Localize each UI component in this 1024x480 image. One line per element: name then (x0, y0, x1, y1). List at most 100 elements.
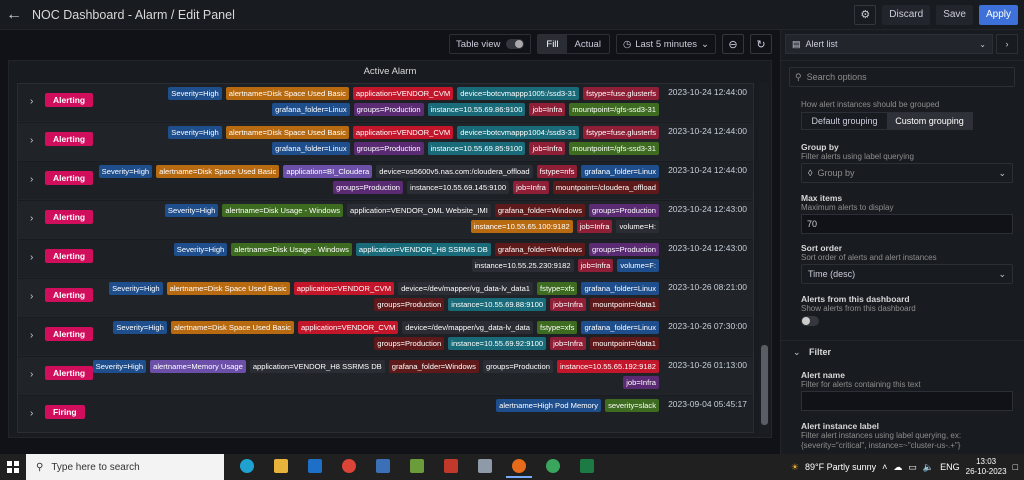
chevron-right-icon[interactable]: › (30, 135, 33, 146)
alert-label-tag: instance=10.55.65.100:9182 (470, 220, 573, 233)
max-items-title: Max items (801, 193, 843, 203)
alert-name-input[interactable] (801, 391, 1013, 411)
chevron-right-icon[interactable]: › (30, 330, 33, 341)
app-icon[interactable] (404, 456, 430, 478)
alert-label-tag: Severity=High (173, 243, 228, 256)
alert-list-icon: ▤ (792, 38, 801, 49)
notification-icon[interactable]: □ (1013, 462, 1018, 472)
chevron-down-icon: ⌄ (998, 268, 1006, 279)
alert-row[interactable]: › Alerting Severity=High alertname=Memory U… (18, 357, 753, 395)
alert-label-tag: instance=10.55.69.86:9100 (427, 103, 526, 116)
taskbar-search[interactable]: ⚲ Type here to search (26, 454, 224, 480)
alert-label-tag: groups=Production (482, 360, 553, 373)
chevron-right-icon[interactable]: › (30, 96, 33, 107)
refresh-icon[interactable]: ↻ (750, 34, 772, 54)
alert-timestamp: 2023-10-26 08:21:00 (668, 282, 747, 292)
time-range-picker[interactable]: ◷ Last 5 minutes ⌄ (615, 34, 716, 54)
speaker-icon[interactable]: 🔈 (923, 462, 934, 473)
alert-label-tag: grafana_folder=Linux (581, 282, 659, 295)
outlook-icon[interactable] (302, 456, 328, 478)
storage-icon[interactable] (472, 456, 498, 478)
dashboard-alerts-switch[interactable] (801, 316, 819, 326)
sort-order-title: Sort order (801, 243, 843, 253)
chevron-right-icon[interactable]: › (30, 408, 33, 419)
alert-row[interactable]: › Alerting Severity=High alertname=Disk Spa… (18, 318, 753, 356)
excel-icon[interactable] (574, 456, 600, 478)
taskbar-search-placeholder: Type here to search (51, 461, 140, 473)
language-indicator[interactable]: ENG (940, 462, 960, 472)
sort-order-select[interactable]: Time (desc) ⌄ (801, 264, 1013, 284)
alert-row[interactable]: › Firing alertname=High Pod Memory severity… (18, 396, 753, 432)
alert-label-tag: Severity=High (92, 360, 147, 373)
max-items-input[interactable]: 70 (801, 214, 1013, 234)
alert-state-badge: Alerting (45, 249, 94, 263)
top-header: ← NOC Dashboard - Alarm / Edit Panel ⚙ D… (0, 0, 1024, 30)
group-by-title: Group by (801, 142, 839, 152)
alert-label-tag: grafana_folder=Windows (494, 204, 586, 217)
chevron-right-icon[interactable]: › (30, 174, 33, 185)
taskbar: ⚲ Type here to search ☀ 89°F Partly sunn… (0, 454, 1024, 480)
chevron-right-icon[interactable]: › (30, 252, 33, 263)
alert-row[interactable]: › Alerting Severity=High alertname=Disk Spa… (18, 123, 753, 161)
scrollbar-thumb[interactable] (761, 345, 768, 425)
chevron-up-icon[interactable]: ˄ (882, 462, 887, 472)
chevron-right-icon[interactable]: › (996, 34, 1018, 54)
custom-grouping-option[interactable]: Custom grouping (887, 113, 972, 129)
alert-label-tag: device=/dev/mapper/vg_data-lv_data1 (398, 282, 534, 295)
alert-label-tag: mountpoint=/data1 (589, 298, 659, 311)
paint-icon[interactable] (438, 456, 464, 478)
alert-list: › Alerting Severity=High alertname=Disk Spa… (17, 83, 754, 433)
chevron-right-icon[interactable]: › (30, 369, 33, 380)
alert-row[interactable]: › Alerting Severity=High alertname=Disk Spa… (18, 279, 753, 317)
weather-icon: ☀ (790, 461, 799, 472)
scrollbar[interactable] (759, 83, 769, 433)
globe-app-icon[interactable] (540, 456, 566, 478)
alert-panel: Active Alarm › Alerting Severity=High alert… (8, 60, 772, 438)
alert-row[interactable]: › Alerting Severity=High alertname=Disk Usa… (18, 201, 753, 239)
alert-row[interactable]: › Alerting Severity=High alertname=Disk Spa… (18, 84, 753, 122)
weather-text[interactable]: 89°F Partly sunny (805, 462, 876, 472)
search-options-input[interactable]: ⚲ Search options (789, 67, 1015, 87)
file-explorer-icon[interactable] (268, 456, 294, 478)
alert-label-tag: grafana_folder=Linux (581, 165, 659, 178)
remote-desktop-icon[interactable] (370, 456, 396, 478)
alert-labels: Severity=High alertname=Disk Space Used B… (90, 321, 659, 350)
network-icon[interactable]: ▭ (908, 462, 917, 473)
filter-section-title[interactable]: Filter (809, 347, 831, 357)
back-arrow-icon[interactable]: ← (0, 6, 28, 24)
alert-label-tag: job=Infra (577, 259, 614, 272)
visualization-picker[interactable]: ▤ Alert list ⌄ (785, 34, 993, 54)
alert-labels: Severity=High alertname=Disk Space Used B… (90, 87, 659, 116)
discard-button[interactable]: Discard (882, 4, 931, 25)
alert-labels: Severity=High alertname=Disk Usage - Wind… (90, 204, 659, 233)
alert-state-badge: Firing (45, 405, 85, 419)
grouping-description: How alert instances should be grouped (801, 100, 940, 109)
chevron-right-icon[interactable]: › (30, 291, 33, 302)
chevron-down-icon[interactable]: ⌄ (793, 347, 801, 358)
actual-option[interactable]: Actual (567, 35, 609, 53)
cloud-icon[interactable]: ☁ (893, 462, 902, 473)
toggle-switch[interactable] (506, 39, 525, 49)
table-view-toggle[interactable]: Table view (449, 34, 532, 54)
alert-label-tag: volume=H: (616, 220, 659, 233)
settings-gear-icon[interactable]: ⚙ (854, 4, 877, 25)
windows-start-icon[interactable] (0, 454, 26, 480)
alert-label-tag: fstype=fuse.glusterfs (583, 126, 659, 139)
edge-icon[interactable] (234, 456, 260, 478)
chrome-icon[interactable] (336, 456, 362, 478)
chevron-right-icon[interactable]: › (30, 213, 33, 224)
apply-button[interactable]: Apply (978, 4, 1018, 25)
fill-option[interactable]: Fill (538, 35, 567, 53)
alert-row[interactable]: › Alerting Severity=High alertname=Disk Usa… (18, 240, 753, 278)
alert-row[interactable]: › Alerting Severity=High alertname=Disk Spa… (18, 162, 753, 200)
alert-label-tag: groups=Production (589, 204, 659, 217)
firefox-icon[interactable] (506, 456, 532, 478)
default-grouping-option[interactable]: Default grouping (802, 113, 887, 129)
alert-label-tag: instance=10.55.69.92:9100 (448, 337, 547, 350)
zoom-out-icon[interactable]: ⊖ (722, 34, 744, 54)
clock[interactable]: 13:03 26-10-2023 (966, 457, 1007, 477)
group-by-select[interactable]: ◊ Group by ⌄ (801, 163, 1013, 183)
alert-timestamp: 2023-10-26 07:30:00 (668, 321, 747, 331)
alert-labels: Severity=High alertname=Disk Space Used B… (90, 165, 659, 194)
save-button[interactable]: Save (936, 4, 973, 25)
